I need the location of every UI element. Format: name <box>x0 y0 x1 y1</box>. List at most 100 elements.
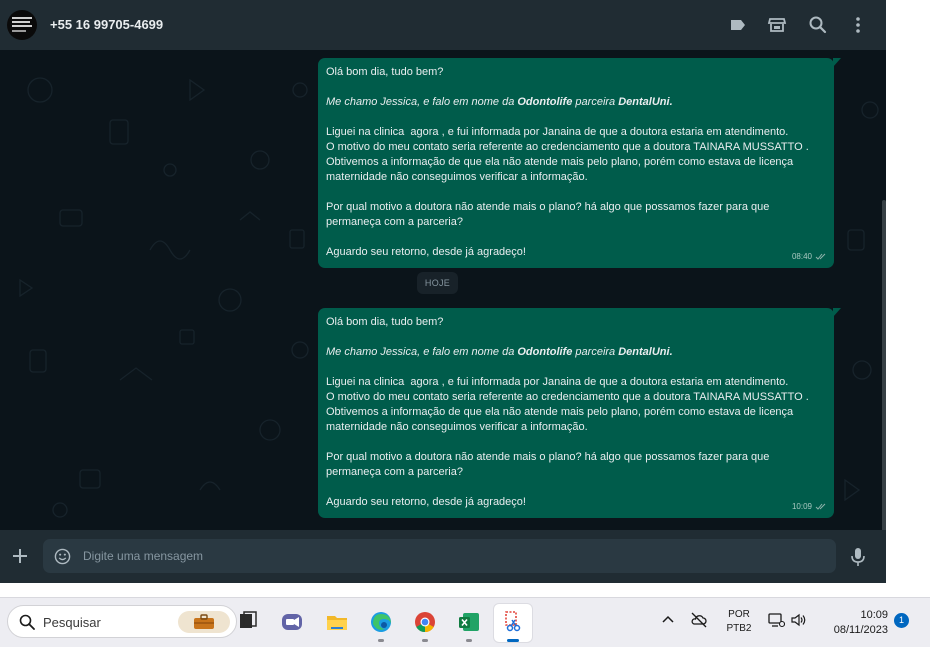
composer-bar <box>0 530 886 583</box>
message-line: Olá bom dia, tudo bem? <box>326 65 826 80</box>
excel-icon <box>459 613 479 631</box>
microphone-icon[interactable] <box>849 547 867 567</box>
language-code: POR <box>728 609 750 620</box>
message-line: O motivo do meu contato seria referente … <box>326 140 826 155</box>
message-line: Liguei na clinica agora , e fui informad… <box>326 375 826 390</box>
message-text: O motivo do meu contato seria referente … <box>326 391 809 403</box>
message-line: Obtivemos a informação de que ela não at… <box>326 405 826 420</box>
message-text: Me chamo Jessica, e falo em nome da <box>326 346 518 358</box>
message-text: Odontolife <box>517 96 573 108</box>
display-icon[interactable] <box>767 611 785 629</box>
search-highlight[interactable] <box>178 611 230 633</box>
message-line: Por qual motivo a doutora não atende mai… <box>326 450 826 465</box>
message-line <box>326 185 826 200</box>
chevron-up-icon[interactable] <box>659 611 677 629</box>
message-line: Olá bom dia, tudo bem? <box>326 315 826 330</box>
running-indicator <box>422 639 428 642</box>
message-input[interactable] <box>83 548 783 564</box>
message-text: Olá bom dia, tudo bem? <box>326 66 444 78</box>
message-text: Aguardo seu retorno, desde já agradeço! <box>326 496 526 508</box>
notification-badge[interactable]: 1 <box>894 613 909 628</box>
running-indicator <box>466 639 472 642</box>
contact-avatar[interactable] <box>7 10 37 40</box>
date-divider: HOJE <box>417 272 458 294</box>
teams-icon <box>282 614 302 630</box>
message-line: maternidade não conseguimos verificar a … <box>326 170 826 185</box>
file-explorer-app[interactable] <box>318 604 356 642</box>
message-line <box>326 360 826 375</box>
message-line: O motivo do meu contato seria referente … <box>326 390 826 405</box>
message-text: Obtivemos a informação de que ela não at… <box>326 406 794 418</box>
message-text: Me chamo Jessica, e falo em nome da <box>326 96 518 108</box>
message-text: O motivo do meu contato seria referente … <box>326 141 809 153</box>
outgoing-message-bubble[interactable]: Olá bom dia, tudo bem? Me chamo Jessica, … <box>318 308 841 518</box>
message-line: Me chamo Jessica, e falo em nome da Odon… <box>326 345 826 360</box>
message-text: Por qual motivo a doutora não atende mai… <box>326 201 770 213</box>
message-text: DentalUni. <box>618 346 673 358</box>
message-text: Obtivemos a informação de que ela não at… <box>326 156 794 168</box>
message-text: maternidade não conseguimos verificar a … <box>326 171 588 183</box>
chat-header: +55 16 99705-4699 <box>0 0 886 50</box>
contact-name[interactable]: +55 16 99705-4699 <box>50 17 163 32</box>
clock-date: 08/11/2023 <box>833 624 888 636</box>
message-line: Obtivemos a informação de que ela não at… <box>326 155 826 170</box>
catalog-store-icon[interactable] <box>767 15 787 35</box>
message-text: parceira <box>572 96 619 108</box>
avatar-graphic <box>12 21 30 23</box>
message-line: Me chamo Jessica, e falo em nome da Odon… <box>326 95 826 110</box>
snipping-tool-app[interactable] <box>494 604 532 642</box>
windows-taskbar: POR PTB2 10:09 08/11/2023 1 <box>0 597 930 647</box>
edge-icon <box>371 612 391 632</box>
teams-app[interactable] <box>273 604 311 642</box>
taskbar-search[interactable] <box>7 605 237 638</box>
more-options-icon[interactable] <box>848 15 868 35</box>
message-line: maternidade não conseguimos verificar a … <box>326 420 826 435</box>
message-text: Aguardo seu retorno, desde já agradeço! <box>326 246 526 258</box>
message-meta: 10:09 <box>792 499 827 514</box>
message-meta: 08:40 <box>792 249 827 264</box>
message-line <box>326 230 826 245</box>
label-icon[interactable] <box>728 15 748 35</box>
message-text: Odontolife <box>517 346 573 358</box>
system-clock[interactable]: 10:09 08/11/2023 <box>818 608 888 638</box>
message-text: Por qual motivo a doutora não atende mai… <box>326 451 770 463</box>
chat-area[interactable]: Olá bom dia, tudo bem? Me chamo Jessica, … <box>0 50 886 530</box>
chrome-icon <box>415 612 435 633</box>
message-time: 08:40 <box>791 252 812 261</box>
message-text: DentalUni. <box>618 96 673 108</box>
message-line <box>326 110 826 125</box>
bubble-tail <box>833 308 841 317</box>
message-line: Aguardo seu retorno, desde já agradeço! <box>326 495 826 510</box>
emoji-icon[interactable] <box>54 548 71 565</box>
clock-time: 10:09 <box>860 609 888 621</box>
message-line <box>326 330 826 345</box>
double-check-icon <box>815 253 826 260</box>
message-input-box[interactable] <box>43 539 836 573</box>
cloud-offline-icon[interactable] <box>690 611 708 629</box>
keyboard-layout: PTB2 <box>726 623 752 634</box>
message-line: permaneça com a parceria? <box>326 215 826 230</box>
edge-app[interactable] <box>362 604 400 642</box>
running-indicator <box>378 639 384 642</box>
chrome-app[interactable] <box>406 604 444 642</box>
message-line <box>326 80 826 95</box>
avatar-graphic <box>12 25 32 27</box>
avatar-graphic <box>12 30 26 32</box>
input-language[interactable]: POR PTB2 <box>724 608 754 636</box>
excel-app[interactable] <box>450 604 488 642</box>
outgoing-message-bubble[interactable]: Olá bom dia, tudo bem? Me chamo Jessica, … <box>318 58 841 268</box>
message-text: Olá bom dia, tudo bem? <box>326 316 444 328</box>
double-check-icon <box>815 503 826 510</box>
message-time: 10:09 <box>791 502 812 511</box>
search-icon[interactable] <box>808 15 828 35</box>
taskbar-search-input[interactable] <box>43 613 178 631</box>
message-text: Liguei na clinica agora , e fui informad… <box>326 376 789 388</box>
bubble-tail <box>833 58 841 67</box>
attach-plus-icon[interactable] <box>10 546 30 566</box>
message-text: Liguei na clinica agora , e fui informad… <box>326 126 789 138</box>
message-text: permaneça com a parceria? <box>326 466 463 478</box>
task-view-app[interactable] <box>229 604 267 642</box>
volume-icon[interactable] <box>790 611 808 629</box>
snipping-tool-icon <box>505 611 521 632</box>
message-line <box>326 435 826 450</box>
